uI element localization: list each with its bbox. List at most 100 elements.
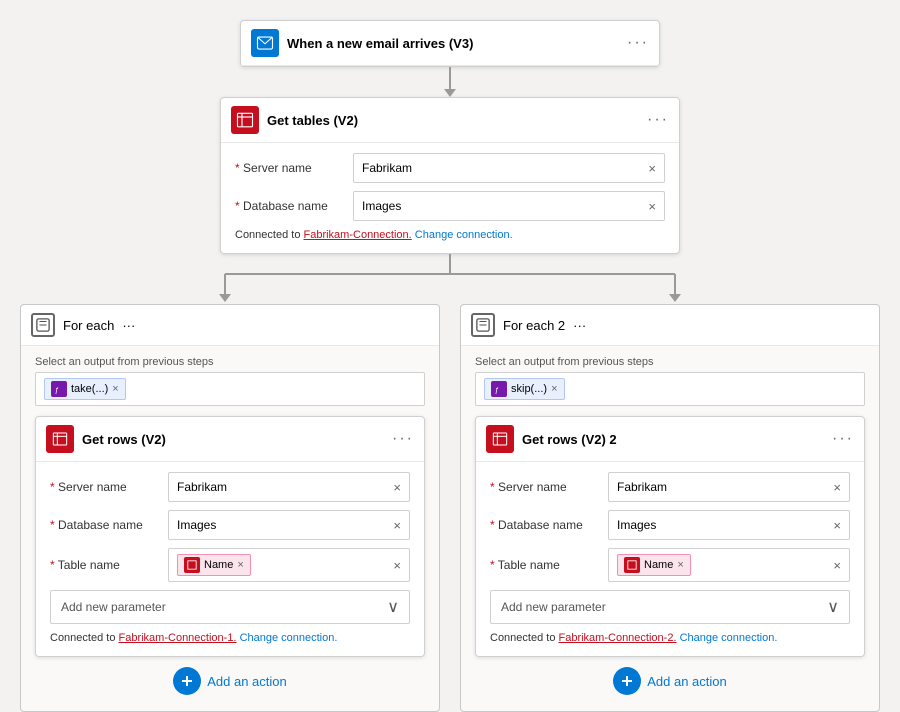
server-name-label: Server name — [235, 161, 345, 175]
get-rows-2-card: Get rows (V2) 2 ··· Server name Fabrikam… — [475, 416, 865, 657]
get-rows-2-more-btn[interactable]: ··· — [832, 430, 854, 448]
trigger-card: When a new email arrives (V3) ··· — [240, 20, 660, 67]
trigger-title: When a new email arrives (V3) — [287, 36, 619, 51]
for-each-1-output-tag: ƒ take(...) × — [44, 378, 126, 400]
db-name-row: Database name Images × — [235, 191, 665, 221]
for-each-2-title: For each 2 — [503, 318, 565, 333]
gr2-table-label: Table name — [490, 558, 600, 572]
add-action-1-icon — [173, 667, 201, 695]
get-tables-title: Get tables (V2) — [267, 113, 639, 128]
flow-canvas: When a new email arrives (V3) ··· Get ta… — [20, 20, 880, 712]
gr1-table-label: Table name — [50, 558, 160, 572]
get-rows-1-title: Get rows (V2) — [82, 432, 384, 447]
split-container: For each ··· Select an output from previ… — [20, 304, 880, 712]
get-tables-change-connection[interactable]: Change connection. — [415, 229, 513, 241]
for-each-2-card: For each 2 ··· Select an output from pre… — [460, 304, 880, 712]
get-tables-card: Get tables (V2) ··· Server name Fabrikam… — [220, 97, 680, 254]
gr1-db-clear[interactable]: × — [393, 518, 401, 533]
trigger-more-btn[interactable]: ··· — [627, 34, 649, 52]
gr2-db-clear[interactable]: × — [833, 518, 841, 533]
for-each-2-tag-remove[interactable]: × — [551, 383, 557, 395]
get-rows-1-header: Get rows (V2) ··· — [36, 417, 424, 462]
svg-text:ƒ: ƒ — [55, 385, 59, 394]
add-action-1-label: Add an action — [207, 674, 287, 689]
gr2-add-param[interactable]: Add new parameter ∨ — [490, 590, 850, 624]
add-action-2-label: Add an action — [647, 674, 727, 689]
get-rows-1-card: Get rows (V2) ··· Server name Fabrikam × — [35, 416, 425, 657]
gr2-db-label: Database name — [490, 518, 600, 532]
trigger-icon — [251, 29, 279, 57]
gr1-connection: Connected to Fabrikam-Connection-1. Chan… — [50, 632, 410, 644]
gr1-db-input[interactable]: Images × — [168, 510, 410, 540]
for-each-1-card: For each ··· Select an output from previ… — [20, 304, 440, 712]
get-rows-2-title: Get rows (V2) 2 — [522, 432, 824, 447]
split-connector — [0, 254, 900, 304]
get-tables-header: Get tables (V2) ··· — [221, 98, 679, 143]
gr1-table-tag-remove[interactable]: × — [237, 559, 243, 571]
server-name-row: Server name Fabrikam × — [235, 153, 665, 183]
gr1-add-param[interactable]: Add new parameter ∨ — [50, 590, 410, 624]
gr2-table-tag-remove[interactable]: × — [677, 559, 683, 571]
get-tables-body: Server name Fabrikam × Database name Ima… — [221, 143, 679, 253]
db-name-input[interactable]: Images × — [353, 191, 665, 221]
get-rows-1-more-btn[interactable]: ··· — [392, 430, 414, 448]
gr1-db-label: Database name — [50, 518, 160, 532]
for-each-1-title: For each — [63, 318, 114, 333]
add-action-2-icon — [613, 667, 641, 695]
for-each-2-icon — [471, 313, 495, 337]
gr1-chevron-icon: ∨ — [387, 597, 399, 617]
for-each-1-header: For each ··· — [21, 305, 439, 346]
connector-line-1 — [449, 67, 451, 89]
gr1-table-tag-icon — [184, 557, 200, 573]
db-name-clear[interactable]: × — [648, 199, 656, 214]
gr1-server-label: Server name — [50, 480, 160, 494]
for-each-2-tag-icon: ƒ — [491, 381, 507, 397]
get-rows-1-icon — [46, 425, 74, 453]
gr1-table-tag: Name × — [177, 554, 251, 576]
db-name-label: Database name — [235, 199, 345, 213]
gr2-server-clear[interactable]: × — [833, 480, 841, 495]
for-each-1-icon — [31, 313, 55, 337]
get-rows-2-body: Server name Fabrikam × Database name Ima… — [476, 462, 864, 656]
for-each-1-tag-remove[interactable]: × — [112, 383, 118, 395]
gr2-table-tag-icon — [624, 557, 640, 573]
for-each-2-header: For each 2 ··· — [461, 305, 879, 346]
gr2-table-input[interactable]: Name × × — [608, 548, 850, 582]
gr1-table-input[interactable]: Name × × — [168, 548, 410, 582]
connector-arrow-1 — [444, 89, 456, 97]
gr1-server-clear[interactable]: × — [393, 480, 401, 495]
for-each-1-more-btn[interactable]: ··· — [122, 318, 135, 333]
get-tables-icon — [231, 106, 259, 134]
get-rows-2-header: Get rows (V2) 2 ··· — [476, 417, 864, 462]
for-each-1-output-label: Select an output from previous steps — [35, 356, 425, 368]
trigger-header: When a new email arrives (V3) ··· — [241, 21, 659, 66]
for-each-2-output-select[interactable]: ƒ skip(...) × — [475, 372, 865, 406]
for-each-1-tag-icon: ƒ — [51, 381, 67, 397]
gr2-chevron-icon: ∨ — [827, 597, 839, 617]
for-each-1-body: Select an output from previous steps ƒ t… — [21, 346, 439, 711]
server-name-input[interactable]: Fabrikam × — [353, 153, 665, 183]
for-each-1-output-select[interactable]: ƒ take(...) × — [35, 372, 425, 406]
gr2-table-clear[interactable]: × — [833, 558, 841, 573]
for-each-2-more-btn[interactable]: ··· — [573, 318, 586, 333]
server-name-clear[interactable]: × — [648, 161, 656, 176]
gr2-server-input[interactable]: Fabrikam × — [608, 472, 850, 502]
gr2-table-tag: Name × — [617, 554, 691, 576]
gr2-db-input[interactable]: Images × — [608, 510, 850, 540]
gr1-change-connection[interactable]: Change connection. — [240, 632, 338, 644]
get-rows-2-icon — [486, 425, 514, 453]
get-rows-1-body: Server name Fabrikam × Database name Ima… — [36, 462, 424, 656]
gr1-server-input[interactable]: Fabrikam × — [168, 472, 410, 502]
for-each-2-output-tag: ƒ skip(...) × — [484, 378, 565, 400]
gr2-change-connection[interactable]: Change connection. — [680, 632, 778, 644]
for-each-1-add-action[interactable]: Add an action — [35, 657, 425, 701]
get-tables-more-btn[interactable]: ··· — [647, 111, 669, 129]
svg-text:ƒ: ƒ — [495, 385, 499, 394]
for-each-2-body: Select an output from previous steps ƒ s… — [461, 346, 879, 711]
gr1-table-clear[interactable]: × — [393, 558, 401, 573]
connector-1 — [444, 67, 456, 97]
gr2-connection: Connected to Fabrikam-Connection-2. Chan… — [490, 632, 850, 644]
get-tables-connection: Connected to Fabrikam-Connection. Change… — [235, 229, 665, 241]
for-each-2-output-label: Select an output from previous steps — [475, 356, 865, 368]
for-each-2-add-action[interactable]: Add an action — [475, 657, 865, 701]
